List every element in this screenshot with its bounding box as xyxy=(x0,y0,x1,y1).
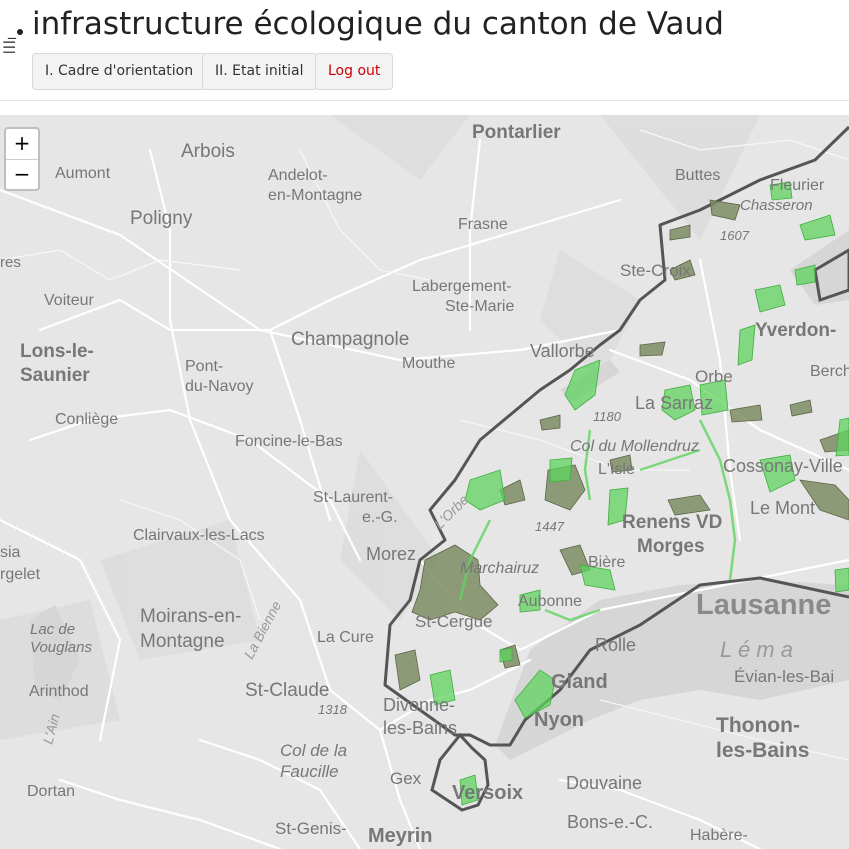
label-morez: Morez xyxy=(366,544,416,564)
app-header: ☰ _ infrastructure écologique du canton … xyxy=(0,0,849,101)
label-1447: 1447 xyxy=(535,519,565,534)
label-lausanne: Lausanne xyxy=(696,589,831,621)
label-res: res xyxy=(0,254,21,271)
label-habere: Habère- xyxy=(690,827,748,844)
label-vallorbe: Vallorbe xyxy=(530,341,595,361)
label-voiteur: Voiteur xyxy=(44,292,94,309)
label-ste-croix: Ste-Croix xyxy=(620,261,691,280)
label-la-sarraz: La Sarraz xyxy=(635,393,713,413)
label-chasseron: Chasseron xyxy=(740,197,813,214)
label-la-cure: La Cure xyxy=(317,629,374,646)
label-moirans: Moirans-en- xyxy=(140,606,241,627)
label-marchairuz: Marchairuz xyxy=(460,560,539,577)
bullet-icon xyxy=(17,29,23,35)
label-st-laurent: St-Laurent- xyxy=(313,489,393,506)
label-pontarlier: Pontarlier xyxy=(472,122,561,143)
label-labergement: Labergement- xyxy=(412,278,512,295)
label-1180: 1180 xyxy=(593,409,622,424)
zoom-control: + − xyxy=(4,127,40,191)
label-foncine: Foncine-le-Bas xyxy=(235,433,343,450)
cadre-orientation-button[interactable]: I. Cadre d'orientation xyxy=(32,53,207,90)
label-lons: Lons-le- xyxy=(20,341,94,362)
label-andelot: Andelot- xyxy=(268,167,328,184)
label-leman: L é m a xyxy=(720,637,793,662)
label-mouthe: Mouthe xyxy=(402,355,455,372)
label-lac-vouglans: Lac de xyxy=(30,621,75,638)
label-biere: Bière xyxy=(588,554,625,571)
label-st-cergue: St-Cergue xyxy=(415,612,492,631)
label-divonne-2: les-Bains xyxy=(383,718,457,738)
label-frasne: Frasne xyxy=(458,216,508,233)
label-arinthod: Arinthod xyxy=(29,683,89,700)
label-morges: Morges xyxy=(637,536,705,557)
label-rgelet: rgelet xyxy=(0,566,41,583)
label-conliege: Conliège xyxy=(55,411,118,428)
label-col-faucille-2: Faucille xyxy=(280,762,339,781)
label-versoix: Versoix xyxy=(452,782,523,804)
label-meyrin: Meyrin xyxy=(368,825,432,847)
label-lorbe: L'Orbe xyxy=(431,491,472,532)
zoom-in-button[interactable]: + xyxy=(6,129,38,159)
label-aumont: Aumont xyxy=(55,165,111,182)
label-fleurier: Fleurier xyxy=(770,177,825,194)
label-st-genis: St-Genis- xyxy=(275,819,347,838)
label-thonon-2: les-Bains xyxy=(716,739,809,762)
label-col-faucille: Col de la xyxy=(280,741,347,760)
label-1607: 1607 xyxy=(720,228,750,243)
label-dortan: Dortan xyxy=(27,783,75,800)
logout-button[interactable]: Log out xyxy=(315,53,394,90)
label-st-laurent-2: e.-G. xyxy=(362,509,398,526)
label-moirans-2: Montagne xyxy=(140,631,225,652)
dash-mark: _ xyxy=(8,20,16,39)
label-pont-navoy: Pont- xyxy=(185,358,223,375)
map-view[interactable]: Pontarlier Arbois Aumont Andelot- en-Mon… xyxy=(0,115,849,849)
label-clairvaux: Clairvaux-les-Lacs xyxy=(133,527,265,544)
label-sia: sia xyxy=(0,544,21,561)
label-st-claude: St-Claude xyxy=(245,680,330,701)
label-evian: Évian-les-Bai xyxy=(734,667,834,686)
label-renens: Renens VD xyxy=(622,512,722,533)
label-poligny: Poligny xyxy=(130,208,193,229)
label-bons-en-chablais: Bons-e.-C. xyxy=(567,812,653,832)
label-nyon: Nyon xyxy=(534,709,584,731)
label-yverdon: Yverdon- xyxy=(755,320,836,341)
label-gland: Gland xyxy=(551,671,608,693)
label-pont-navoy-2: du-Navoy xyxy=(185,378,253,395)
label-lac-vouglans-2: Vouglans xyxy=(30,639,92,656)
label-buttes: Buttes xyxy=(675,167,720,184)
etat-initial-button[interactable]: II. Etat initial xyxy=(202,53,317,90)
label-berch: Berch xyxy=(810,363,849,380)
place-labels: Pontarlier Arbois Aumont Andelot- en-Mon… xyxy=(0,122,849,847)
label-champagnole: Champagnole xyxy=(291,329,409,350)
label-1318: 1318 xyxy=(318,702,348,717)
label-gex: Gex xyxy=(390,769,422,788)
label-divonne: Divonne- xyxy=(383,695,455,715)
menu-icon[interactable]: ☰ xyxy=(2,38,16,57)
label-cossonay: Cossonay-Ville xyxy=(723,456,843,476)
zoom-out-button[interactable]: − xyxy=(6,159,38,189)
label-douvaine: Douvaine xyxy=(566,773,642,793)
label-lons-2: Saunier xyxy=(20,365,90,386)
label-rolle: Rolle xyxy=(595,635,636,655)
label-orbe: Orbe xyxy=(695,367,733,386)
label-aubonne: Aubonne xyxy=(518,593,582,610)
label-andelot-2: en-Montagne xyxy=(268,187,362,204)
label-le-mont: Le Mont xyxy=(750,498,815,518)
label-col-mollendruz: Col du Mollendruz xyxy=(570,438,699,455)
label-arbois: Arbois xyxy=(181,141,235,162)
map-canvas: Pontarlier Arbois Aumont Andelot- en-Mon… xyxy=(0,115,849,849)
label-lisle: L'Isle xyxy=(598,461,635,478)
label-thonon: Thonon- xyxy=(716,714,800,737)
page-title: infrastructure écologique du canton de V… xyxy=(32,6,724,42)
label-labergement-2: Ste-Marie xyxy=(445,298,514,315)
